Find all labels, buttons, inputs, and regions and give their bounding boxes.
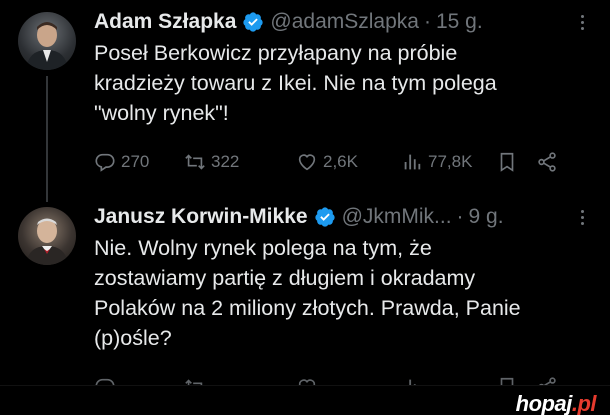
tweet-header: Adam Szłapka @adamSzlapka · 15 g. (94, 9, 580, 35)
verified-badge-icon (242, 11, 264, 33)
bookmark-button[interactable] (496, 151, 536, 173)
author-name[interactable]: Janusz Korwin-Mikke (94, 205, 308, 229)
watermark-main: hopaj (515, 391, 573, 415)
watermark-tld: .pl (571, 391, 597, 415)
bookmark-icon (500, 152, 514, 172)
heart-icon (298, 154, 316, 171)
avatar[interactable] (18, 207, 76, 265)
watermark-logo: hopaj.pl (515, 391, 597, 415)
views-count: 77,8K (428, 152, 473, 171)
share-button[interactable] (536, 151, 558, 173)
retweet-icon (185, 154, 205, 170)
like-button[interactable]: 2,6K (296, 151, 401, 173)
retweet-count: 322 (211, 152, 240, 171)
timestamp[interactable]: 15 g. (436, 10, 483, 34)
more-options-icon[interactable] (572, 10, 592, 34)
timestamp[interactable]: 9 g. (469, 205, 504, 229)
tweet-header: Janusz Korwin-Mikke @JkmMik... · 9 g. (94, 204, 580, 230)
reply-button[interactable]: 270 (94, 151, 184, 173)
tweet-1[interactable]: Adam Szłapka @adamSzlapka · 15 g. Poseł … (0, 0, 610, 202)
tweet-actions: 270 322 2,6K 77,8K (94, 148, 590, 176)
avatar[interactable] (18, 12, 76, 70)
views-button[interactable]: 77,8K (401, 151, 496, 173)
views-icon (404, 154, 421, 170)
author-name[interactable]: Adam Szłapka (94, 10, 236, 34)
separator-dot: · (423, 10, 431, 33)
retweet-button[interactable]: 322 (184, 151, 296, 173)
like-count: 2,6K (323, 152, 358, 171)
reply-count: 270 (121, 152, 150, 171)
verified-badge-icon (314, 206, 336, 228)
thread-line (46, 76, 48, 202)
author-handle[interactable]: @JkmMik... (342, 205, 452, 229)
tweet-2[interactable]: Janusz Korwin-Mikke @JkmMik... · 9 g. Ni… (0, 195, 610, 397)
reply-icon (95, 153, 115, 172)
more-options-icon[interactable] (572, 205, 592, 229)
separator-dot: · (456, 205, 464, 228)
author-handle[interactable]: @adamSzlapka (270, 10, 419, 34)
tweet-text: Poseł Berkowicz przyłapany na próbie kra… (94, 41, 497, 125)
share-icon (538, 152, 556, 172)
tweet-text: Nie. Wolny rynek polega na tym, że zosta… (94, 236, 521, 350)
